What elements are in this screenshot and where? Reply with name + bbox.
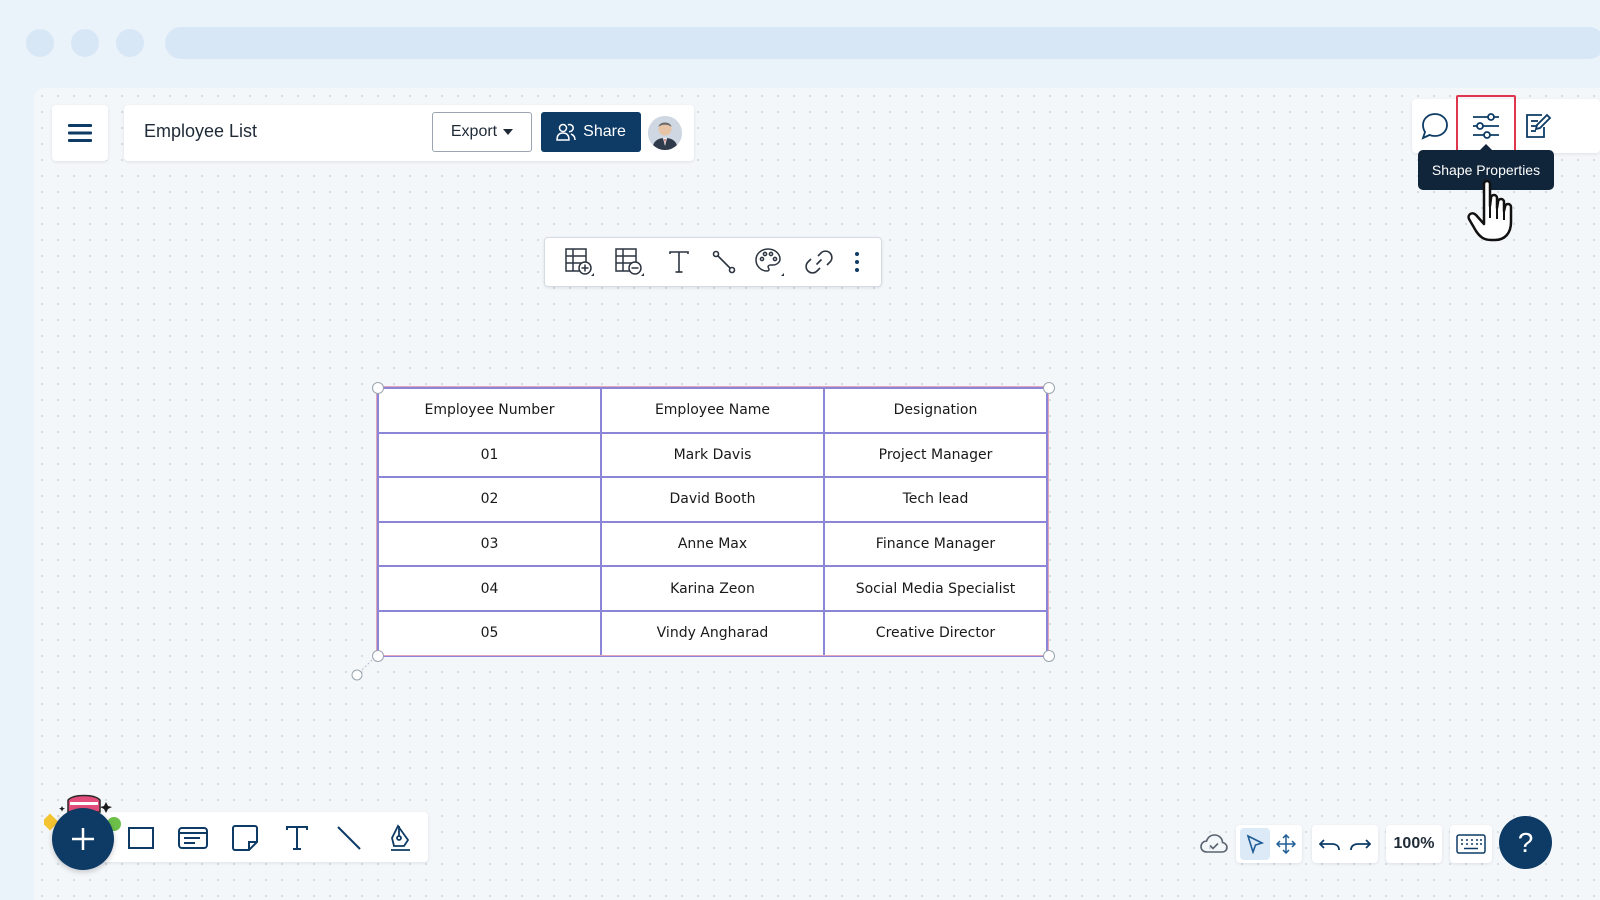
share-label: Share xyxy=(583,123,626,140)
table-cell[interactable]: 04 xyxy=(377,565,602,612)
table-remove-icon xyxy=(615,248,644,276)
resize-handle-top-left[interactable] xyxy=(372,382,384,394)
help-button[interactable]: ? xyxy=(1499,816,1552,869)
employee-table[interactable]: Employee Number Employee Name Designatio… xyxy=(377,387,1048,657)
address-bar xyxy=(165,27,1600,59)
header-cell[interactable]: Designation xyxy=(823,387,1048,434)
rotate-handle[interactable] xyxy=(350,658,380,682)
table-cell[interactable]: 03 xyxy=(377,520,602,568)
more-vertical-icon xyxy=(855,252,859,272)
cloud-check-icon xyxy=(1200,834,1228,853)
sticky-note-tool[interactable] xyxy=(229,822,261,854)
palette-icon xyxy=(755,248,784,276)
table-cell[interactable]: Karina Zeon xyxy=(600,565,825,612)
plus-icon xyxy=(72,828,94,850)
redo-button[interactable] xyxy=(1346,828,1374,860)
table-row: 03 Anne Max Finance Manager xyxy=(377,520,1048,568)
table-cell[interactable]: Project Manager xyxy=(823,431,1048,479)
table-cell[interactable]: Mark Davis xyxy=(600,431,825,479)
line-tool[interactable] xyxy=(333,822,365,854)
keyboard-icon xyxy=(1456,834,1486,854)
history-group xyxy=(1312,825,1378,863)
hand-cursor-icon xyxy=(1467,179,1513,242)
remove-row-column-button[interactable] xyxy=(613,246,645,278)
table-cell[interactable]: Creative Director xyxy=(823,609,1048,657)
notes-button[interactable] xyxy=(1520,109,1554,143)
redo-icon xyxy=(1350,839,1371,851)
pen-tool[interactable] xyxy=(385,822,417,854)
fill-color-button[interactable] xyxy=(753,246,785,278)
table-cell[interactable]: Social Media Specialist xyxy=(823,565,1048,612)
table-row: 05 Vindy Angharad Creative Director xyxy=(377,609,1048,657)
connector-icon xyxy=(712,250,736,274)
resize-handle-top-right[interactable] xyxy=(1043,382,1055,394)
comments-button[interactable] xyxy=(1418,109,1452,143)
table-cell[interactable]: David Booth xyxy=(600,476,825,523)
menu-button[interactable] xyxy=(52,105,108,161)
table-row: 01 Mark Davis Project Manager xyxy=(377,431,1048,479)
user-avatar-icon xyxy=(648,116,682,150)
header-cell[interactable]: Employee Name xyxy=(600,387,825,434)
table-cell[interactable]: 02 xyxy=(377,476,602,523)
table-cell[interactable]: Vindy Angharad xyxy=(600,609,825,657)
window-dot-1 xyxy=(26,29,54,57)
document-title[interactable]: Employee List xyxy=(144,121,257,142)
table-add-icon xyxy=(565,248,594,276)
table-cell[interactable]: Anne Max xyxy=(600,520,825,568)
table-context-toolbar xyxy=(544,237,882,287)
header-cell[interactable]: Employee Number xyxy=(377,387,602,434)
hamburger-icon xyxy=(68,124,92,142)
line-icon xyxy=(337,826,361,850)
zoom-level[interactable]: 100% xyxy=(1386,825,1442,863)
avatar[interactable] xyxy=(648,116,682,150)
text-format-button[interactable] xyxy=(663,246,695,278)
text-icon xyxy=(669,251,689,273)
window-dot-3 xyxy=(116,29,144,57)
table-header-row: Employee Number Employee Name Designatio… xyxy=(377,387,1048,434)
document-header: Employee List Export Share xyxy=(124,105,694,161)
add-row-column-button[interactable] xyxy=(563,246,595,278)
table-row: 02 David Booth Tech lead xyxy=(377,476,1048,523)
window-dot-2 xyxy=(71,29,99,57)
share-button[interactable]: Share xyxy=(541,112,641,152)
export-label: Export xyxy=(450,123,498,140)
table-row: 04 Karina Zeon Social Media Specialist xyxy=(377,565,1048,612)
move-icon xyxy=(1276,834,1296,854)
rectangle-icon xyxy=(128,827,154,849)
users-icon xyxy=(556,123,576,141)
interaction-mode-group xyxy=(1236,825,1302,863)
edit-notes-icon xyxy=(1526,113,1552,138)
table-cell[interactable]: Tech lead xyxy=(823,476,1048,523)
sticky-note-icon xyxy=(232,825,258,851)
more-options-button[interactable] xyxy=(841,246,873,278)
caret-down-icon xyxy=(503,129,514,135)
select-mode-button[interactable] xyxy=(1240,828,1270,860)
cloud-sync-button[interactable] xyxy=(1198,826,1230,862)
text-tool[interactable] xyxy=(281,822,313,854)
card-tool[interactable] xyxy=(177,822,209,854)
pan-mode-button[interactable] xyxy=(1272,828,1300,860)
add-shape-button[interactable] xyxy=(52,808,114,870)
rectangle-tool[interactable] xyxy=(125,822,157,854)
card-icon xyxy=(178,827,208,849)
text-tool-icon xyxy=(286,826,308,850)
export-button[interactable]: Export xyxy=(432,112,532,152)
keyboard-shortcuts-button[interactable] xyxy=(1450,825,1492,863)
link-button[interactable] xyxy=(803,246,835,278)
link-icon xyxy=(805,250,833,274)
pen-icon xyxy=(391,824,410,851)
resize-handle-bottom-right[interactable] xyxy=(1043,650,1055,662)
table-cell[interactable]: 05 xyxy=(377,609,602,657)
pointer-icon xyxy=(1246,834,1265,854)
table-cell[interactable]: Finance Manager xyxy=(823,520,1048,568)
undo-button[interactable] xyxy=(1316,828,1344,860)
connector-button[interactable] xyxy=(708,246,740,278)
undo-icon xyxy=(1319,839,1340,851)
comment-icon xyxy=(1421,113,1448,140)
table-cell[interactable]: 01 xyxy=(377,431,602,479)
